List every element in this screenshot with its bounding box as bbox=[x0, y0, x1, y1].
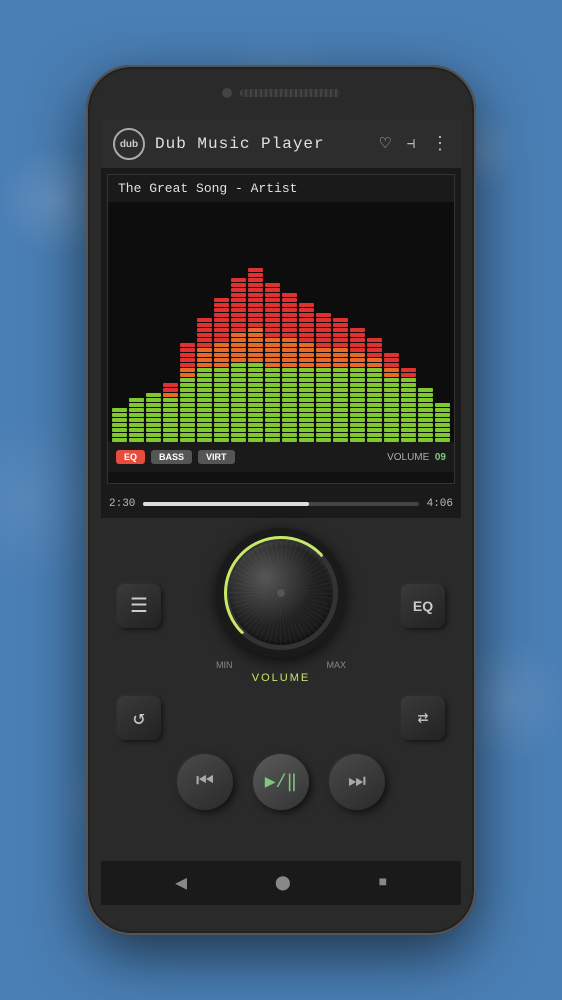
menu-icon[interactable]: ⋮ bbox=[431, 133, 449, 155]
volume-value: 09 bbox=[435, 452, 446, 463]
back-nav-button[interactable]: ◀ bbox=[175, 870, 187, 896]
phone-top bbox=[86, 65, 476, 120]
eq-bar-group bbox=[333, 202, 348, 442]
progress-fill bbox=[143, 502, 308, 506]
eq-canvas bbox=[108, 202, 454, 442]
shuffle-button[interactable]: ⇄ bbox=[401, 696, 445, 740]
eq-ctrl-btn[interactable]: EQ bbox=[116, 450, 145, 464]
phone-bottom bbox=[86, 905, 476, 935]
knob-outer bbox=[216, 528, 346, 658]
eq-btn-text: EQ bbox=[413, 598, 433, 614]
play-pause-button[interactable]: ▶/‖ bbox=[253, 754, 309, 810]
min-max-labels: MIN MAX bbox=[216, 660, 346, 670]
home-nav-button[interactable]: ⬤ bbox=[275, 875, 291, 892]
repeat-icon: ↺ bbox=[133, 705, 145, 731]
player-body: ☰ bbox=[101, 518, 461, 861]
bass-ctrl-btn[interactable]: BASS bbox=[151, 450, 192, 464]
eq-bar-group bbox=[112, 202, 127, 442]
speaker-grille bbox=[240, 89, 340, 97]
playlist-icon: ☰ bbox=[130, 593, 148, 619]
eq-bar-group bbox=[299, 202, 314, 442]
dub-logo: dub bbox=[113, 128, 145, 160]
min-label: MIN bbox=[216, 660, 233, 670]
knob-center-dot bbox=[277, 589, 285, 597]
eq-bar-group bbox=[248, 202, 263, 442]
dub-logo-text: dub bbox=[120, 139, 138, 150]
player-top-row: ☰ bbox=[117, 528, 445, 684]
bottom-nav: ◀ ⬤ ■ bbox=[101, 861, 461, 905]
top-icons: ♡ ⊣ ⋮ bbox=[380, 133, 449, 155]
eq-bar-group bbox=[282, 202, 297, 442]
eq-bar-group bbox=[129, 202, 144, 442]
visualizer-container: The Great Song - Artist EQ BASS VIRT VOL… bbox=[107, 174, 455, 484]
eq-bar-group bbox=[214, 202, 229, 442]
controls-bar: EQ BASS VIRT VOLUME 09 bbox=[108, 442, 454, 472]
camera-dot bbox=[222, 88, 232, 98]
recents-nav-button[interactable]: ■ bbox=[379, 875, 387, 891]
next-icon: ⏭ bbox=[348, 770, 366, 794]
eq-bar-group bbox=[265, 202, 280, 442]
eq-bar-group bbox=[401, 202, 416, 442]
knob-section: MIN MAX VOLUME bbox=[216, 528, 346, 684]
eq-bar-group bbox=[163, 202, 178, 442]
progress-area: 2:30 4:06 bbox=[101, 490, 461, 518]
volume-knob[interactable] bbox=[229, 541, 333, 645]
current-time: 2:30 bbox=[109, 498, 135, 510]
shuffle-icon: ⇄ bbox=[418, 707, 429, 729]
eq-bar-group bbox=[146, 202, 161, 442]
player-mid-row: ↺ ⇄ bbox=[117, 696, 445, 740]
equalizer-icon[interactable]: ⊣ bbox=[407, 136, 415, 153]
playback-row: ⏮ ▶/‖ ⏭ bbox=[177, 754, 385, 810]
volume-label: VOLUME 09 bbox=[387, 452, 446, 463]
eq-bar-group bbox=[316, 202, 331, 442]
prev-button[interactable]: ⏮ bbox=[177, 754, 233, 810]
eq-bar-group bbox=[367, 202, 382, 442]
repeat-button[interactable]: ↺ bbox=[117, 696, 161, 740]
eq-bar-group bbox=[231, 202, 246, 442]
screen: dub Dub Music Player ♡ ⊣ ⋮ The Great Son… bbox=[101, 120, 461, 905]
prev-icon: ⏮ bbox=[196, 770, 214, 794]
song-title: The Great Song - Artist bbox=[108, 175, 454, 202]
top-bar: dub Dub Music Player ♡ ⊣ ⋮ bbox=[101, 120, 461, 168]
eq-bar-group bbox=[350, 202, 365, 442]
eq-bar-group bbox=[435, 202, 450, 442]
eq-bar-group bbox=[384, 202, 399, 442]
virt-ctrl-btn[interactable]: VIRT bbox=[198, 450, 235, 464]
eq-button[interactable]: EQ bbox=[401, 584, 445, 628]
phone-frame: dub Dub Music Player ♡ ⊣ ⋮ The Great Son… bbox=[86, 65, 476, 935]
max-label: MAX bbox=[326, 660, 346, 670]
eq-bar-group bbox=[418, 202, 433, 442]
eq-bar-group bbox=[180, 202, 195, 442]
total-time: 4:06 bbox=[427, 498, 453, 510]
volume-title: VOLUME bbox=[252, 672, 310, 684]
progress-track[interactable] bbox=[143, 502, 418, 506]
play-pause-icon: ▶/‖ bbox=[265, 771, 297, 793]
eq-bar-group bbox=[197, 202, 212, 442]
next-button[interactable]: ⏭ bbox=[329, 754, 385, 810]
playlist-button[interactable]: ☰ bbox=[117, 584, 161, 628]
app-title: Dub Music Player bbox=[155, 135, 380, 153]
heart-icon[interactable]: ♡ bbox=[380, 133, 391, 155]
